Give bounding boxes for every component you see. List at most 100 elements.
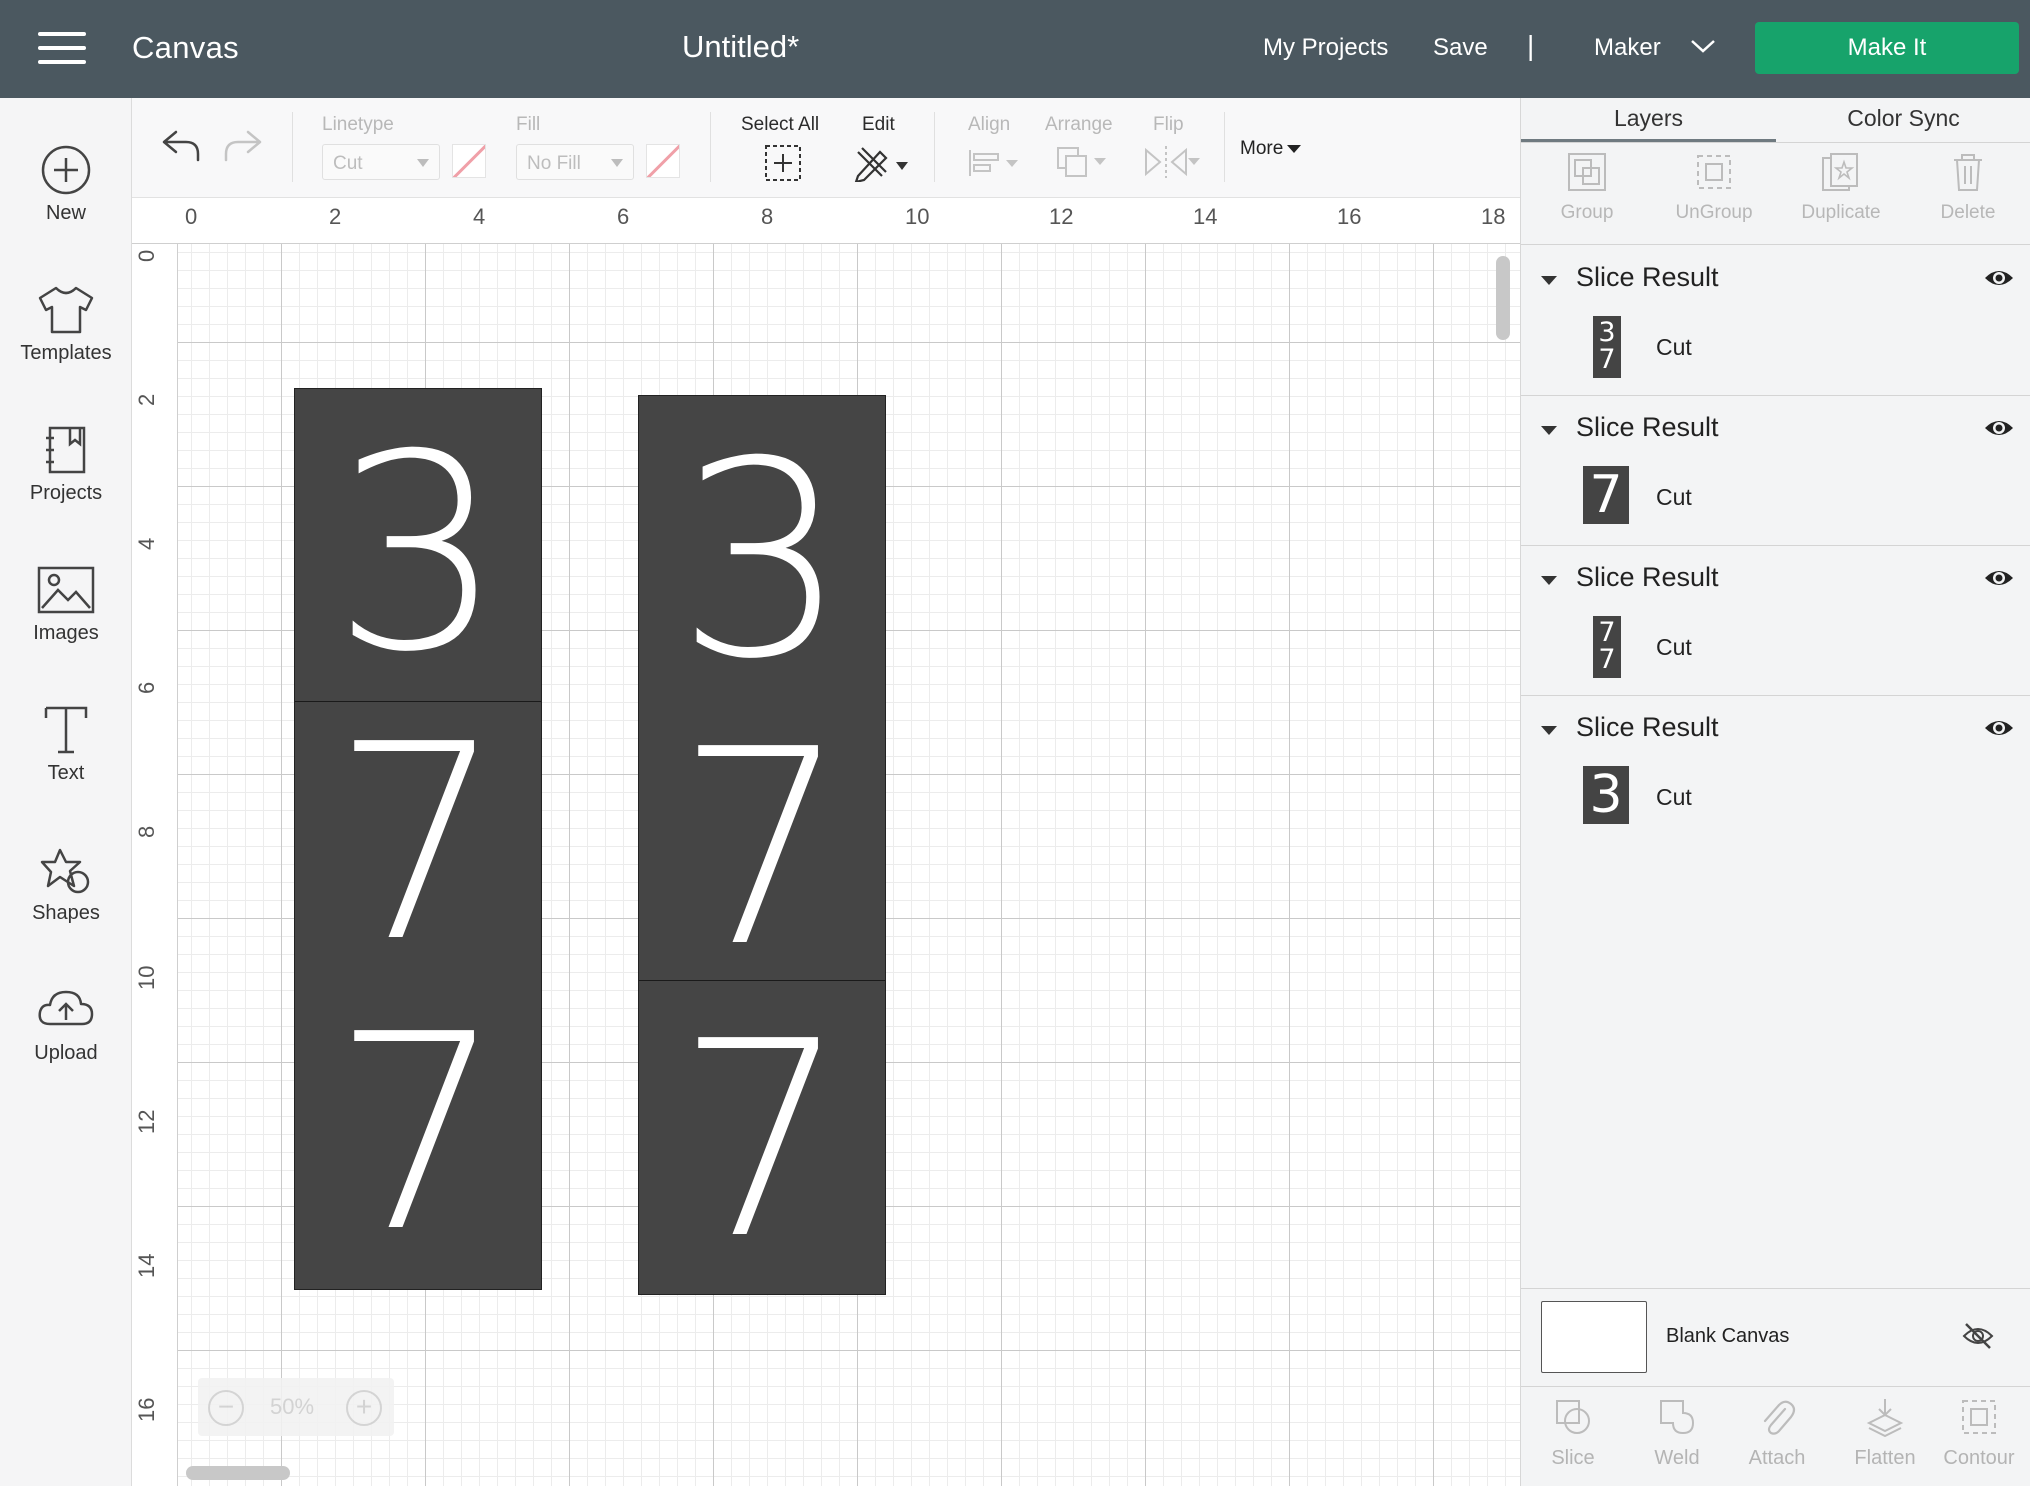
caret-down-icon xyxy=(1287,144,1302,153)
digit-glyph: 7 xyxy=(676,983,848,1295)
sidebar-item-projects[interactable]: Projects xyxy=(0,408,132,528)
fill-color-swatch[interactable] xyxy=(646,144,680,178)
ruler-y-label: 14 xyxy=(134,1253,159,1278)
left-sidebar: New Templates Projects Images Text Shape… xyxy=(0,98,132,1486)
toolbar-divider xyxy=(934,112,935,182)
edit-tools-icon[interactable] xyxy=(852,142,912,182)
eye-icon[interactable] xyxy=(1983,416,2015,440)
blank-canvas-swatch[interactable] xyxy=(1541,1301,1647,1373)
horizontal-scrollbar[interactable] xyxy=(186,1466,290,1480)
actions-divider xyxy=(1521,244,2030,245)
flatten-button[interactable]: Flatten xyxy=(1835,1397,1935,1470)
tab-layers[interactable]: Layers xyxy=(1521,98,1776,142)
layer-thumbnail: 37 xyxy=(1593,316,1621,378)
hamburger-menu-icon[interactable] xyxy=(38,32,86,66)
ruler-x-label: 0 xyxy=(185,204,198,229)
save-button[interactable]: Save xyxy=(1433,34,1488,62)
collapse-triangle-icon[interactable] xyxy=(1541,576,1557,585)
layer-item[interactable]: Slice Result 37 Cut xyxy=(1521,246,2030,396)
collapse-triangle-icon[interactable] xyxy=(1541,726,1557,735)
undo-icon[interactable] xyxy=(160,128,202,164)
sidebar-item-label: Shapes xyxy=(32,902,100,924)
tab-color-sync[interactable]: Color Sync xyxy=(1776,98,2030,142)
sidebar-item-templates[interactable]: Templates xyxy=(0,268,132,388)
document-title[interactable]: Untitled* xyxy=(682,29,799,65)
layer-item[interactable]: Slice Result 7 Cut xyxy=(1521,396,2030,546)
design-canvas[interactable]: 0 2 4 6 8 10 12 14 16 18 0 2 4 6 8 10 12… xyxy=(132,198,1520,1486)
vertical-scrollbar[interactable] xyxy=(1496,256,1510,340)
layer-operation: Cut xyxy=(1656,484,1692,510)
ruler-x-label: 14 xyxy=(1193,204,1218,229)
collapse-triangle-icon[interactable] xyxy=(1541,276,1557,285)
attach-button[interactable]: Attach xyxy=(1727,1397,1827,1470)
layer-item[interactable]: Slice Result 77 Cut xyxy=(1521,546,2030,696)
design-space-app: Canvas Untitled* My Projects Save | Make… xyxy=(0,0,2030,1486)
select-all-icon[interactable] xyxy=(764,144,802,182)
redo-icon[interactable] xyxy=(222,128,264,164)
more-label: More xyxy=(1240,138,1284,159)
edit-label: Edit xyxy=(862,114,895,135)
sidebar-item-images[interactable]: Images xyxy=(0,548,132,668)
contour-icon xyxy=(1962,1400,1996,1434)
ungroup-label: UnGroup xyxy=(1675,202,1753,223)
bottom-actions-bar: Slice Weld Attach Flatten Contour xyxy=(1521,1386,2030,1486)
sidebar-item-label: Projects xyxy=(29,482,103,504)
digit-glyph: 7 xyxy=(676,691,848,1006)
contour-button[interactable]: Contour xyxy=(1929,1397,2029,1470)
chevron-down-icon[interactable] xyxy=(1690,36,1716,56)
linetype-color-swatch[interactable] xyxy=(452,144,486,178)
machine-selector[interactable]: Maker xyxy=(1594,34,1661,62)
sidebar-item-new[interactable]: New xyxy=(0,128,132,248)
select-all-label: Select All xyxy=(741,114,820,135)
flatten-label: Flatten xyxy=(1854,1447,1916,1469)
eye-icon[interactable] xyxy=(1983,266,2015,290)
text-t-icon xyxy=(44,706,88,754)
ungroup-button[interactable]: UnGroup xyxy=(1650,150,1778,236)
eye-hidden-icon[interactable] xyxy=(1961,1321,1995,1351)
sliced-board-left[interactable]: 3 7 7 xyxy=(294,388,542,1290)
make-it-button[interactable]: Make It xyxy=(1755,22,2019,74)
digit-glyph: 3 xyxy=(676,403,848,718)
align-icon[interactable] xyxy=(966,148,1022,178)
tshirt-icon xyxy=(38,286,94,334)
app-title: Canvas xyxy=(132,30,239,65)
duplicate-label: Duplicate xyxy=(1801,202,1881,223)
sidebar-item-upload[interactable]: Upload xyxy=(0,968,132,1088)
arrange-icon[interactable] xyxy=(1054,144,1110,180)
weld-button[interactable]: Weld xyxy=(1627,1397,1727,1470)
blank-canvas-row[interactable]: Blank Canvas xyxy=(1521,1288,2030,1386)
fill-select[interactable]: No Fill xyxy=(516,144,634,180)
contour-label: Contour xyxy=(1943,1447,2015,1469)
duplicate-button[interactable]: Duplicate xyxy=(1777,150,1905,236)
sidebar-item-label: Upload xyxy=(34,1042,98,1064)
sliced-board-right[interactable]: 3 7 7 xyxy=(638,395,886,1295)
sidebar-item-label: Images xyxy=(33,622,99,644)
zoom-out-button[interactable]: − xyxy=(208,1390,244,1426)
sidebar-item-shapes[interactable]: Shapes xyxy=(0,828,132,948)
ruler-x-label: 6 xyxy=(617,204,630,229)
layer-item[interactable]: Slice Result 3 Cut xyxy=(1521,696,2030,846)
layer-name: Slice Result xyxy=(1576,562,1719,592)
zoom-in-button[interactable]: + xyxy=(346,1390,382,1426)
slice-button[interactable]: Slice xyxy=(1523,1397,1623,1470)
delete-button[interactable]: Delete xyxy=(1904,150,2030,236)
slice-label: Slice xyxy=(1551,1447,1595,1469)
ruler-x-label: 4 xyxy=(473,204,486,229)
my-projects-link[interactable]: My Projects xyxy=(1263,34,1388,62)
layer-name: Slice Result xyxy=(1576,412,1719,442)
cloud-upload-icon xyxy=(38,990,94,1026)
linetype-select[interactable]: Cut xyxy=(322,144,440,180)
group-button[interactable]: Group xyxy=(1523,150,1651,236)
more-menu-button[interactable]: More xyxy=(1240,138,1302,160)
flatten-icon xyxy=(1866,1399,1904,1437)
align-label: Align xyxy=(968,114,1011,135)
sidebar-item-text[interactable]: Text xyxy=(0,688,132,808)
sidebar-item-label: Templates xyxy=(20,342,112,364)
eye-icon[interactable] xyxy=(1983,566,2015,590)
layer-operation: Cut xyxy=(1656,334,1692,360)
collapse-triangle-icon[interactable] xyxy=(1541,426,1557,435)
flip-icon[interactable] xyxy=(1142,144,1202,180)
eye-icon[interactable] xyxy=(1983,716,2015,740)
layer-thumbnail: 3 xyxy=(1583,766,1629,824)
digit-glyph: 7 xyxy=(332,686,504,1001)
